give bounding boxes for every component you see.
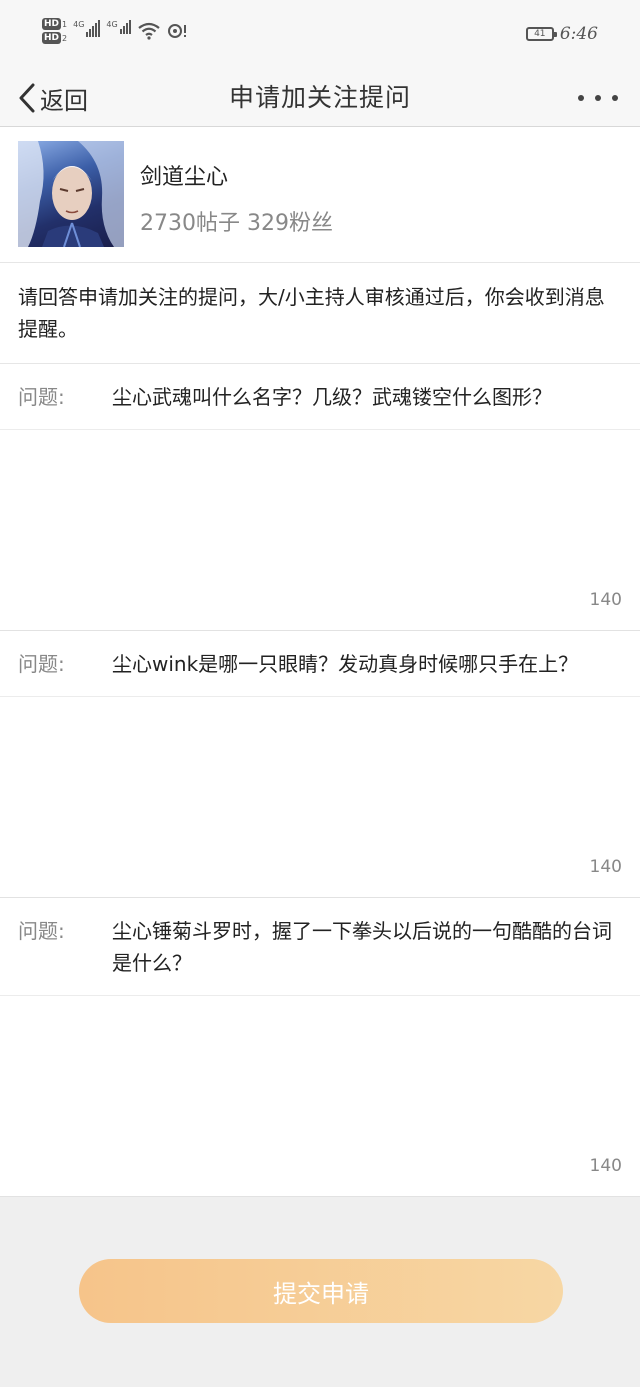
clock: 6:46 — [559, 24, 598, 44]
signal-2-icon: 4G — [106, 20, 131, 34]
char-count: 140 — [589, 590, 622, 610]
answer-input-2[interactable] — [0, 697, 640, 897]
char-count: 140 — [589, 1156, 622, 1176]
sim1-indicator: HD 1 — [42, 18, 67, 30]
network-type-2: 4G — [106, 20, 118, 29]
user-stats: 2730帖子 329粉丝 — [140, 211, 333, 236]
question-label: 问题: — [18, 385, 65, 409]
more-options-button[interactable] — [578, 84, 618, 112]
question-header: 问题: 尘心锤菊斗罗时，握了一下拳头以后说的一句酷酷的台词是什么？ — [0, 898, 640, 996]
question-block-2: 问题: 尘心wink是哪一只眼睛？发动真身时候哪只手在上？ 140 — [0, 631, 640, 898]
sim-indicators: HD 1 HD 2 — [42, 18, 67, 44]
user-profile-card: 剑道尘心 2730帖子 329粉丝 — [0, 127, 640, 263]
more-dot-icon — [595, 95, 601, 101]
more-dot-icon — [578, 95, 584, 101]
question-text: 尘心武魂叫什么名字？几级？武魂镂空什么图形？ — [112, 385, 552, 409]
question-block-3: 问题: 尘心锤菊斗罗时，握了一下拳头以后说的一句酷酷的台词是什么？ 140 — [0, 898, 640, 1197]
question-header: 问题: 尘心武魂叫什么名字？几级？武魂镂空什么图形？ — [0, 364, 640, 430]
question-label: 问题: — [18, 919, 65, 943]
sim2-indicator: HD 2 — [42, 32, 67, 44]
main-content: 剑道尘心 2730帖子 329粉丝 请回答申请加关注的提问，大/小主持人审核通过… — [0, 127, 640, 1197]
status-icons-left: HD 1 HD 2 4G 4G — [42, 18, 187, 44]
answer-input-3[interactable] — [0, 996, 640, 1196]
more-dot-icon — [612, 95, 618, 101]
page-title: 申请加关注提问 — [228, 83, 411, 112]
hd2-badge: HD — [42, 32, 62, 44]
battery-icon: 41 — [525, 27, 557, 41]
question-block-1: 问题: 尘心武魂叫什么名字？几级？武魂镂空什么图形？ 140 — [0, 364, 640, 631]
battery-level: 41 — [534, 29, 546, 39]
answer-input-1[interactable] — [0, 430, 640, 630]
signal-1-icon: 4G — [73, 20, 101, 37]
question-label: 问题: — [18, 652, 65, 676]
sim2-number: 2 — [62, 33, 68, 43]
status-icons-right: 41 6:46 — [525, 24, 598, 44]
user-name: 剑道尘心 — [140, 165, 229, 190]
avatar[interactable] — [18, 141, 124, 247]
wifi-icon — [138, 22, 160, 40]
sim1-number: 1 — [62, 19, 68, 29]
question-header: 问题: 尘心wink是哪一只眼睛？发动真身时候哪只手在上？ — [0, 631, 640, 697]
char-count: 140 — [589, 857, 622, 877]
network-type-1: 4G — [73, 20, 85, 29]
status-bar: HD 1 HD 2 4G 4G 41 6:46 — [0, 0, 640, 70]
nav-bar: 返回 申请加关注提问 — [0, 70, 640, 127]
avatar-image — [18, 141, 124, 247]
submit-application-button[interactable]: 提交申请 — [79, 1259, 563, 1323]
hotspot-icon — [167, 24, 186, 38]
question-text: 尘心锤菊斗罗时，握了一下拳头以后说的一句酷酷的台词是什么？ — [112, 919, 612, 975]
instruction-notice: 请回答申请加关注的提问，大/小主持人审核通过后，你会收到消息提醒。 — [0, 263, 640, 364]
question-text: 尘心wink是哪一只眼睛？发动真身时候哪只手在上？ — [112, 652, 579, 676]
hd1-badge: HD — [42, 18, 62, 30]
